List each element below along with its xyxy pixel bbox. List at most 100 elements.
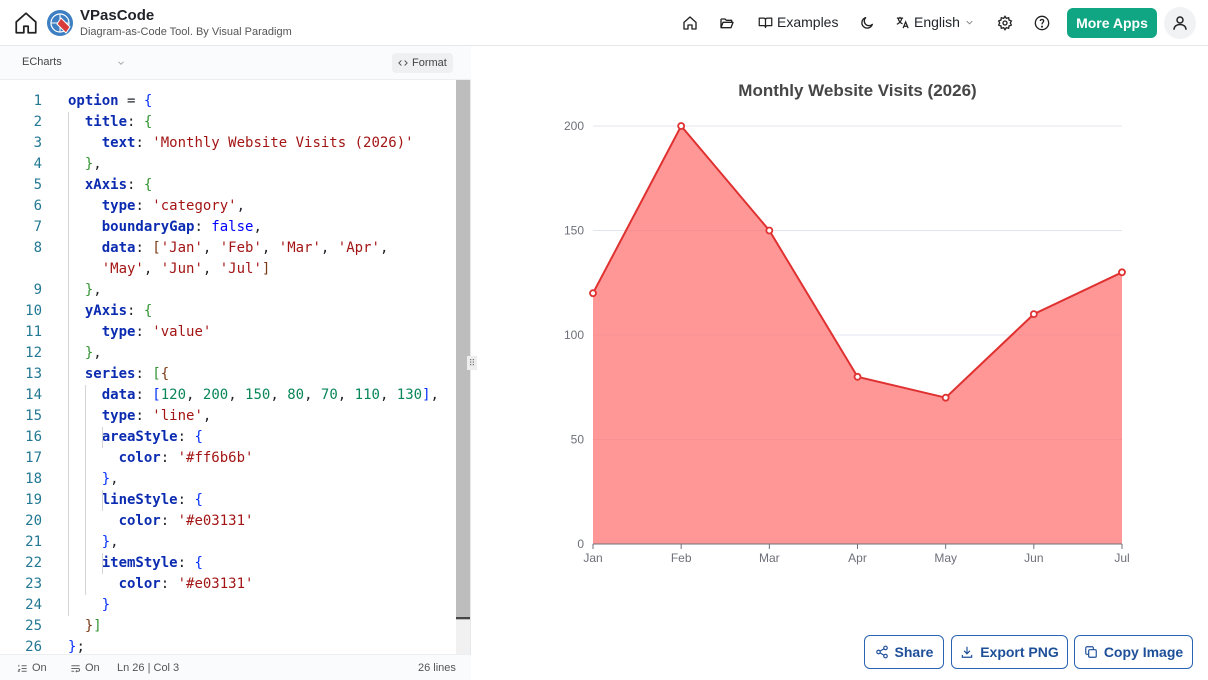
line-numbers-toggle[interactable]: On bbox=[17, 662, 47, 674]
share-button[interactable]: Share bbox=[864, 635, 944, 669]
indent-guide bbox=[102, 427, 103, 448]
code-line-text: }] bbox=[84, 618, 102, 634]
copy-icon bbox=[1084, 646, 1097, 658]
data-point bbox=[1118, 268, 1126, 277]
line-number: 12 bbox=[25, 345, 42, 361]
line-number: 17 bbox=[25, 450, 42, 466]
data-point bbox=[589, 289, 597, 298]
line-number: 15 bbox=[25, 408, 42, 424]
data-point bbox=[853, 372, 862, 381]
chart-title: Monthly Website Visits (2026) bbox=[738, 81, 976, 100]
line-number: 9 bbox=[33, 282, 42, 298]
chevron-down-icon[interactable] bbox=[116, 58, 126, 68]
line-number: 19 bbox=[25, 492, 42, 508]
code-line-text: data: ['Jan', 'Feb', 'Mar', 'Apr', bbox=[101, 240, 389, 256]
y-tick-label: 100 bbox=[564, 328, 584, 342]
code-line-text: }, bbox=[84, 156, 102, 172]
format-button[interactable]: Format bbox=[392, 53, 453, 73]
copy-image-label: Copy Image bbox=[1103, 644, 1184, 660]
indent-guide bbox=[102, 553, 103, 574]
book-open-icon bbox=[758, 17, 773, 28]
code-line[interactable]: 25 }] bbox=[0, 616, 456, 637]
code-line-text: }, bbox=[84, 282, 102, 298]
line-number: 25 bbox=[25, 618, 42, 634]
code-line-text: color: '#ff6b6b' bbox=[118, 450, 254, 466]
more-apps-button[interactable]: More Apps bbox=[1067, 8, 1157, 38]
app-header: VPasCode Diagram-as-Code Tool. By Visual… bbox=[0, 0, 1208, 46]
code-line-text: option = { bbox=[68, 93, 153, 109]
home-nav-icon[interactable] bbox=[679, 12, 701, 34]
folder-open-icon[interactable] bbox=[716, 12, 738, 34]
line-number: 4 bbox=[33, 156, 42, 172]
word-wrap-toggle[interactable]: On bbox=[70, 662, 100, 674]
data-point bbox=[941, 393, 950, 402]
indent-guide bbox=[68, 112, 69, 616]
gear-icon[interactable] bbox=[994, 12, 1016, 34]
wrap-text-icon bbox=[71, 664, 81, 672]
code-line-text: type: 'line', bbox=[101, 408, 212, 424]
editor-scrollbar-thumb[interactable] bbox=[456, 80, 470, 620]
examples-button[interactable]: Examples bbox=[758, 14, 838, 30]
chart-preview-panel: Monthly Website Visits (2026) 0 50 100 150 20… bbox=[472, 46, 1208, 680]
home-icon[interactable] bbox=[12, 9, 40, 37]
line-number: 1 bbox=[33, 93, 42, 109]
brand-title: VPasCode bbox=[80, 7, 155, 24]
code-text-area[interactable]: 1 option = {2 title: {3 text: 'Monthly We… bbox=[0, 80, 456, 654]
line-number: 7 bbox=[33, 219, 42, 235]
code-line-text: }, bbox=[101, 471, 119, 487]
scrollbar-cursor-marker bbox=[456, 617, 470, 619]
user-avatar[interactable] bbox=[1164, 7, 1196, 39]
indent-guide bbox=[85, 385, 86, 595]
line-number: 26 bbox=[25, 639, 42, 654]
line-number: 18 bbox=[25, 471, 42, 487]
x-tick-label: Jul bbox=[1114, 551, 1129, 565]
line-number: 8 bbox=[33, 240, 42, 256]
editor-status-bar: On On Ln 26 | Col 3 26 lines bbox=[0, 654, 471, 680]
line-number: 14 bbox=[25, 387, 42, 403]
list-ordered-icon bbox=[17, 664, 27, 672]
code-line[interactable]: 26}; bbox=[0, 637, 456, 654]
line-count: 26 lines bbox=[418, 662, 456, 674]
code-line-text: }, bbox=[84, 345, 102, 361]
language-select[interactable]: English bbox=[895, 14, 975, 30]
y-tick-label: 50 bbox=[571, 433, 585, 447]
export-png-button[interactable]: Export PNG bbox=[951, 635, 1068, 669]
code-line-text: }; bbox=[68, 639, 85, 654]
examples-label: Examples bbox=[777, 14, 839, 30]
line-numbers-state: On bbox=[32, 662, 47, 674]
copy-image-button[interactable]: Copy Image bbox=[1074, 635, 1193, 669]
code-line[interactable]: 1 option = { bbox=[0, 91, 456, 112]
language-label: English bbox=[914, 14, 960, 30]
code-line-text: lineStyle: { bbox=[101, 492, 203, 508]
line-number: 13 bbox=[25, 366, 42, 382]
code-line-text: data: [120, 200, 150, 80, 70, 110, 130], bbox=[101, 387, 439, 403]
x-tick-label: Jun bbox=[1024, 551, 1043, 565]
code-line-text: }, bbox=[101, 534, 119, 550]
export-png-label: Export PNG bbox=[980, 644, 1059, 660]
format-label: Format bbox=[412, 57, 447, 69]
line-number: 5 bbox=[33, 177, 42, 193]
line-number: 24 bbox=[25, 597, 42, 613]
code-editor-panel: ECharts Format 1 option = {2 title: {3 te… bbox=[0, 46, 471, 680]
code-line-text: type: 'category', bbox=[101, 198, 246, 214]
code-line-text: } bbox=[101, 597, 111, 613]
line-number: 11 bbox=[25, 324, 42, 340]
dark-mode-moon-icon[interactable] bbox=[856, 12, 878, 34]
code-line-text: type: 'value' bbox=[101, 324, 212, 340]
help-icon[interactable] bbox=[1031, 12, 1053, 34]
x-tick-label: Mar bbox=[759, 551, 780, 565]
y-tick-label: 150 bbox=[564, 224, 584, 238]
cursor-position: Ln 26 | Col 3 bbox=[117, 662, 180, 674]
code-line-text: itemStyle: { bbox=[101, 555, 203, 571]
code-line-text: areaStyle: { bbox=[101, 429, 203, 445]
code-line-text: color: '#e03131' bbox=[118, 513, 254, 529]
share-label: Share bbox=[894, 644, 934, 660]
code-line-text: color: '#e03131' bbox=[118, 576, 254, 592]
line-number: 20 bbox=[25, 513, 42, 529]
code-line-text: boundaryGap: false, bbox=[101, 219, 262, 235]
diagram-language-select[interactable]: ECharts bbox=[22, 56, 62, 68]
code-line-text: yAxis: { bbox=[84, 303, 153, 319]
word-wrap-state: On bbox=[85, 662, 100, 674]
line-number: 3 bbox=[33, 135, 42, 151]
line-number: 2 bbox=[33, 114, 42, 130]
